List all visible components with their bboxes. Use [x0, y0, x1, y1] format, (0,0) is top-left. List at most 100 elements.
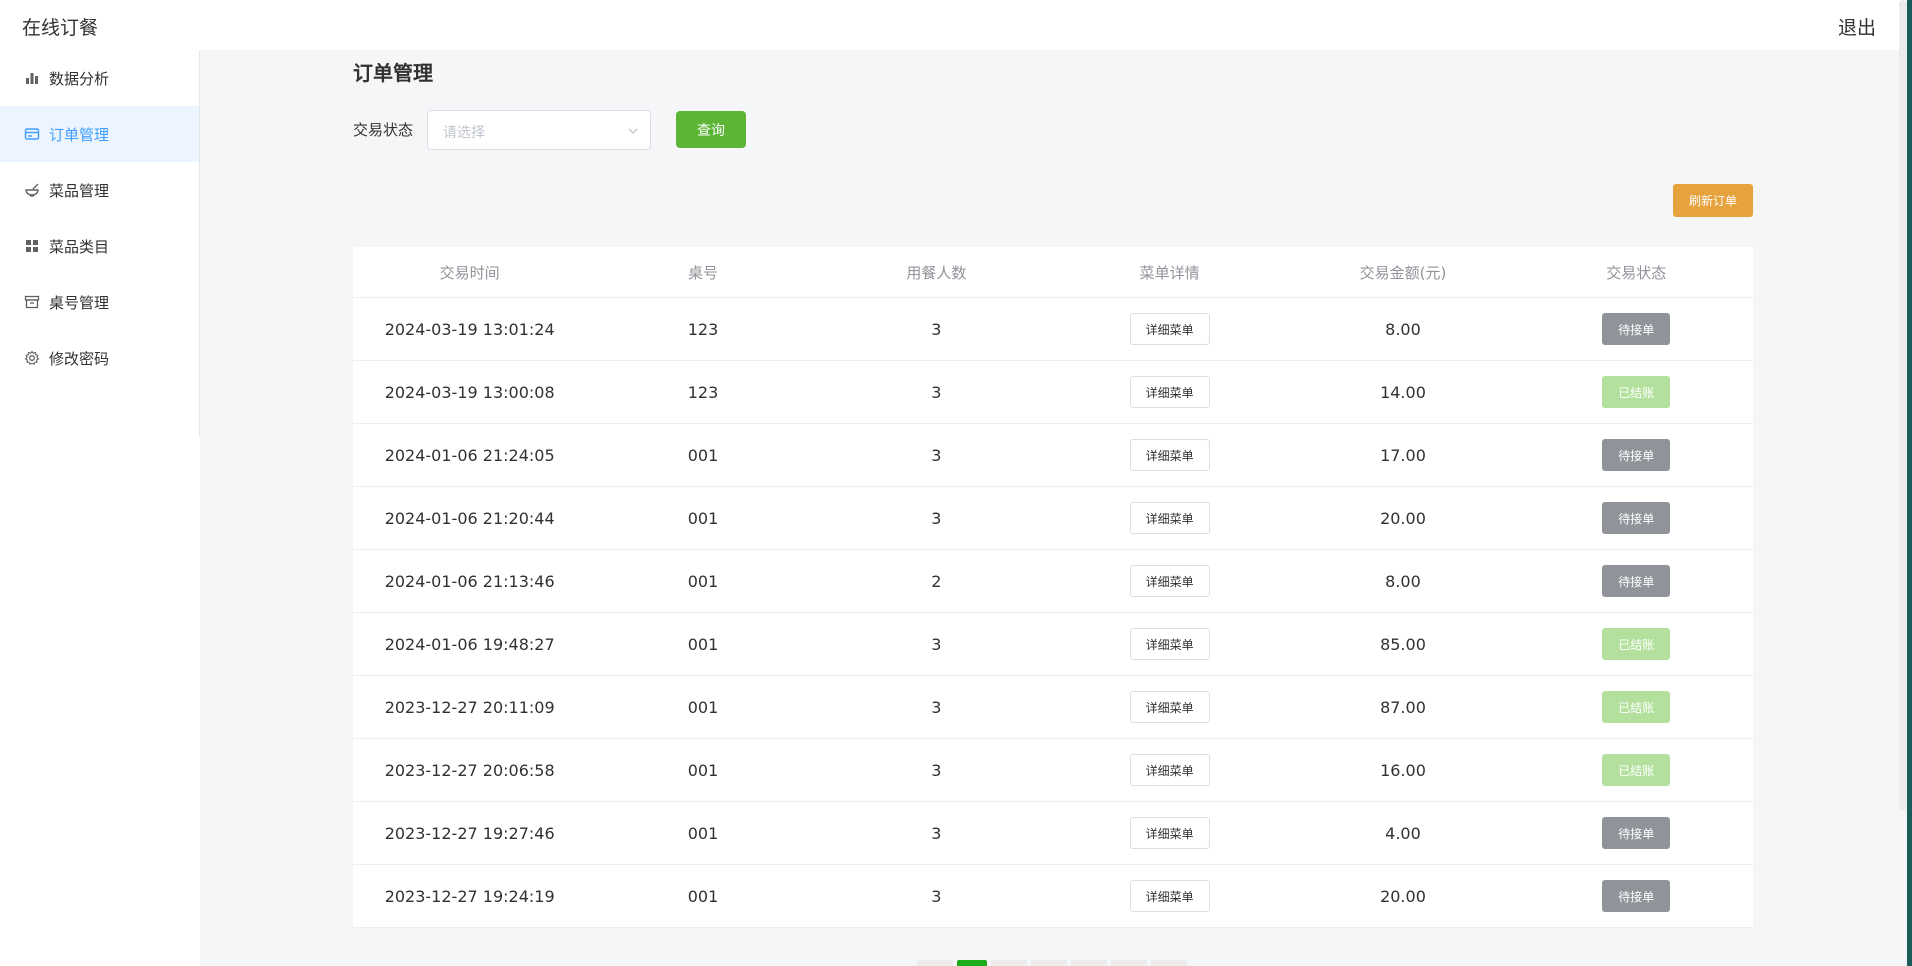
refresh-orders-button[interactable]: 刷新订单	[1673, 184, 1753, 217]
cell-menu-detail: 详细菜单	[1053, 424, 1286, 486]
cell-time: 2023-12-27 19:24:19	[384, 886, 555, 906]
sidebar-item-label: 菜品类目	[49, 237, 110, 256]
detail-menu-button[interactable]: 详细菜单	[1129, 628, 1210, 660]
header-people: 用餐人数	[906, 263, 967, 282]
page-button[interactable]	[1151, 960, 1187, 966]
page-button-active[interactable]	[957, 960, 987, 966]
cell-people: 3	[931, 634, 942, 654]
cell-time: 2024-01-06 21:24:05	[384, 445, 555, 465]
table-header: 交易时间 桌号 用餐人数 菜单详情 交易金额(元) 交易状态	[353, 247, 1753, 298]
detail-menu-button[interactable]: 详细菜单	[1129, 376, 1210, 408]
page-button[interactable]	[917, 960, 953, 966]
cell-time: 2023-12-27 20:11:09	[384, 697, 555, 717]
status-select[interactable]: 请选择	[427, 110, 651, 150]
cell-table-no: 123	[687, 382, 719, 402]
status-button[interactable]: 待接单	[1602, 439, 1671, 471]
status-button[interactable]: 待接单	[1602, 313, 1671, 345]
sidebar-item-label: 订单管理	[49, 125, 110, 144]
query-button[interactable]: 查询	[676, 111, 746, 148]
cell-table-no: 001	[687, 508, 719, 528]
grid-icon	[24, 238, 40, 254]
page-button[interactable]	[991, 960, 1027, 966]
table-row: 2024-03-19 13:00:08 123 3 详细菜单 14.00 已结账	[353, 361, 1753, 424]
cell-menu-detail: 详细菜单	[1053, 739, 1286, 801]
status-button[interactable]: 已结账	[1602, 754, 1671, 786]
table-row: 2024-01-06 21:20:44 001 3 详细菜单 20.00 待接单	[353, 487, 1753, 550]
status-button[interactable]: 待接单	[1602, 817, 1671, 849]
table-body: 2024-03-19 13:01:24 123 3 详细菜单 8.00 待接单 2024-0…	[353, 298, 1753, 928]
sidebar-item-dish-category[interactable]: 菜品类目	[0, 218, 199, 274]
logout-link[interactable]: 退出	[1838, 13, 1876, 40]
cell-menu-detail: 详细菜单	[1053, 361, 1286, 423]
detail-menu-button[interactable]: 详细菜单	[1129, 754, 1210, 786]
top-header: 在线订餐 退出	[0, 0, 1912, 50]
cell-people: 3	[931, 760, 942, 780]
status-button[interactable]: 待接单	[1602, 502, 1671, 534]
cell-amount: 4.00	[1385, 823, 1421, 843]
status-button[interactable]: 待接单	[1602, 565, 1671, 597]
cell-time: 2024-01-06 21:20:44	[384, 508, 555, 528]
page-button[interactable]	[1111, 960, 1147, 966]
cell-status: 待接单	[1520, 865, 1753, 927]
detail-menu-button[interactable]: 详细菜单	[1129, 313, 1210, 345]
cell-menu-detail: 详细菜单	[1053, 613, 1286, 675]
detail-menu-button[interactable]: 详细菜单	[1129, 502, 1210, 534]
cell-table-no: 001	[687, 823, 719, 843]
cell-table-no: 001	[687, 445, 719, 465]
cell-status: 已结账	[1520, 676, 1753, 738]
cell-table-no: 001	[687, 886, 719, 906]
sidebar-menu: 数据分析 订单管理 菜品管理 菜品类目 桌号管理 修改密码	[0, 50, 200, 436]
cell-status: 待接单	[1520, 298, 1753, 360]
table-row: 2023-12-27 19:24:19 001 3 详细菜单 20.00 待接单	[353, 865, 1753, 928]
sidebar-item-table-management[interactable]: 桌号管理	[0, 274, 199, 330]
detail-menu-button[interactable]: 详细菜单	[1129, 880, 1210, 912]
table-row: 2024-01-06 21:13:46 001 2 详细菜单 8.00 待接单	[353, 550, 1753, 613]
table-row: 2024-01-06 19:48:27 001 3 详细菜单 85.00 已结账	[353, 613, 1753, 676]
cell-people: 3	[931, 697, 942, 717]
page-button[interactable]	[1071, 960, 1107, 966]
table-row: 2024-01-06 21:24:05 001 3 详细菜单 17.00 待接单	[353, 424, 1753, 487]
sidebar-item-data-analysis[interactable]: 数据分析	[0, 50, 199, 106]
cell-people: 3	[931, 823, 942, 843]
cell-amount: 8.00	[1385, 571, 1421, 591]
header-status: 交易状态	[1606, 263, 1667, 282]
cell-status: 待接单	[1520, 802, 1753, 864]
vertical-scrollbar[interactable]	[1899, 0, 1907, 810]
detail-menu-button[interactable]: 详细菜单	[1129, 691, 1210, 723]
cell-amount: 85.00	[1380, 634, 1426, 654]
detail-menu-button[interactable]: 详细菜单	[1129, 565, 1210, 597]
gear-icon	[24, 350, 40, 366]
status-button[interactable]: 已结账	[1602, 691, 1671, 723]
card-icon	[24, 126, 40, 142]
bar-chart-icon	[24, 70, 40, 86]
status-button[interactable]: 待接单	[1602, 880, 1671, 912]
cell-amount: 87.00	[1380, 697, 1426, 717]
cell-menu-detail: 详细菜单	[1053, 550, 1286, 612]
orders-table: 交易时间 桌号 用餐人数 菜单详情 交易金额(元) 交易状态 2024-03-1…	[353, 247, 1753, 928]
sidebar-item-label: 修改密码	[49, 349, 110, 368]
sidebar-item-dish-management[interactable]: 菜品管理	[0, 162, 199, 218]
page-button[interactable]	[1031, 960, 1067, 966]
cell-amount: 20.00	[1380, 508, 1426, 528]
status-button[interactable]: 已结账	[1602, 376, 1671, 408]
sidebar-item-change-password[interactable]: 修改密码	[0, 330, 199, 386]
status-button[interactable]: 已结账	[1602, 628, 1671, 660]
detail-menu-button[interactable]: 详细菜单	[1129, 817, 1210, 849]
page-title: 订单管理	[353, 61, 433, 85]
cell-status: 待接单	[1520, 550, 1753, 612]
cell-amount: 16.00	[1380, 760, 1426, 780]
cell-time: 2023-12-27 20:06:58	[384, 760, 555, 780]
status-filter-label: 交易状态	[353, 121, 414, 139]
cell-people: 3	[931, 445, 942, 465]
window-edge	[1907, 0, 1912, 966]
sidebar-item-order-management[interactable]: 订单管理	[0, 106, 199, 162]
cell-people: 3	[931, 319, 942, 339]
cell-status: 待接单	[1520, 424, 1753, 486]
cell-menu-detail: 详细菜单	[1053, 487, 1286, 549]
cell-amount: 17.00	[1380, 445, 1426, 465]
cell-amount: 20.00	[1380, 886, 1426, 906]
detail-menu-button[interactable]: 详细菜单	[1129, 439, 1210, 471]
cell-time: 2024-01-06 19:48:27	[384, 634, 555, 654]
cell-status: 已结账	[1520, 613, 1753, 675]
cell-status: 已结账	[1520, 739, 1753, 801]
